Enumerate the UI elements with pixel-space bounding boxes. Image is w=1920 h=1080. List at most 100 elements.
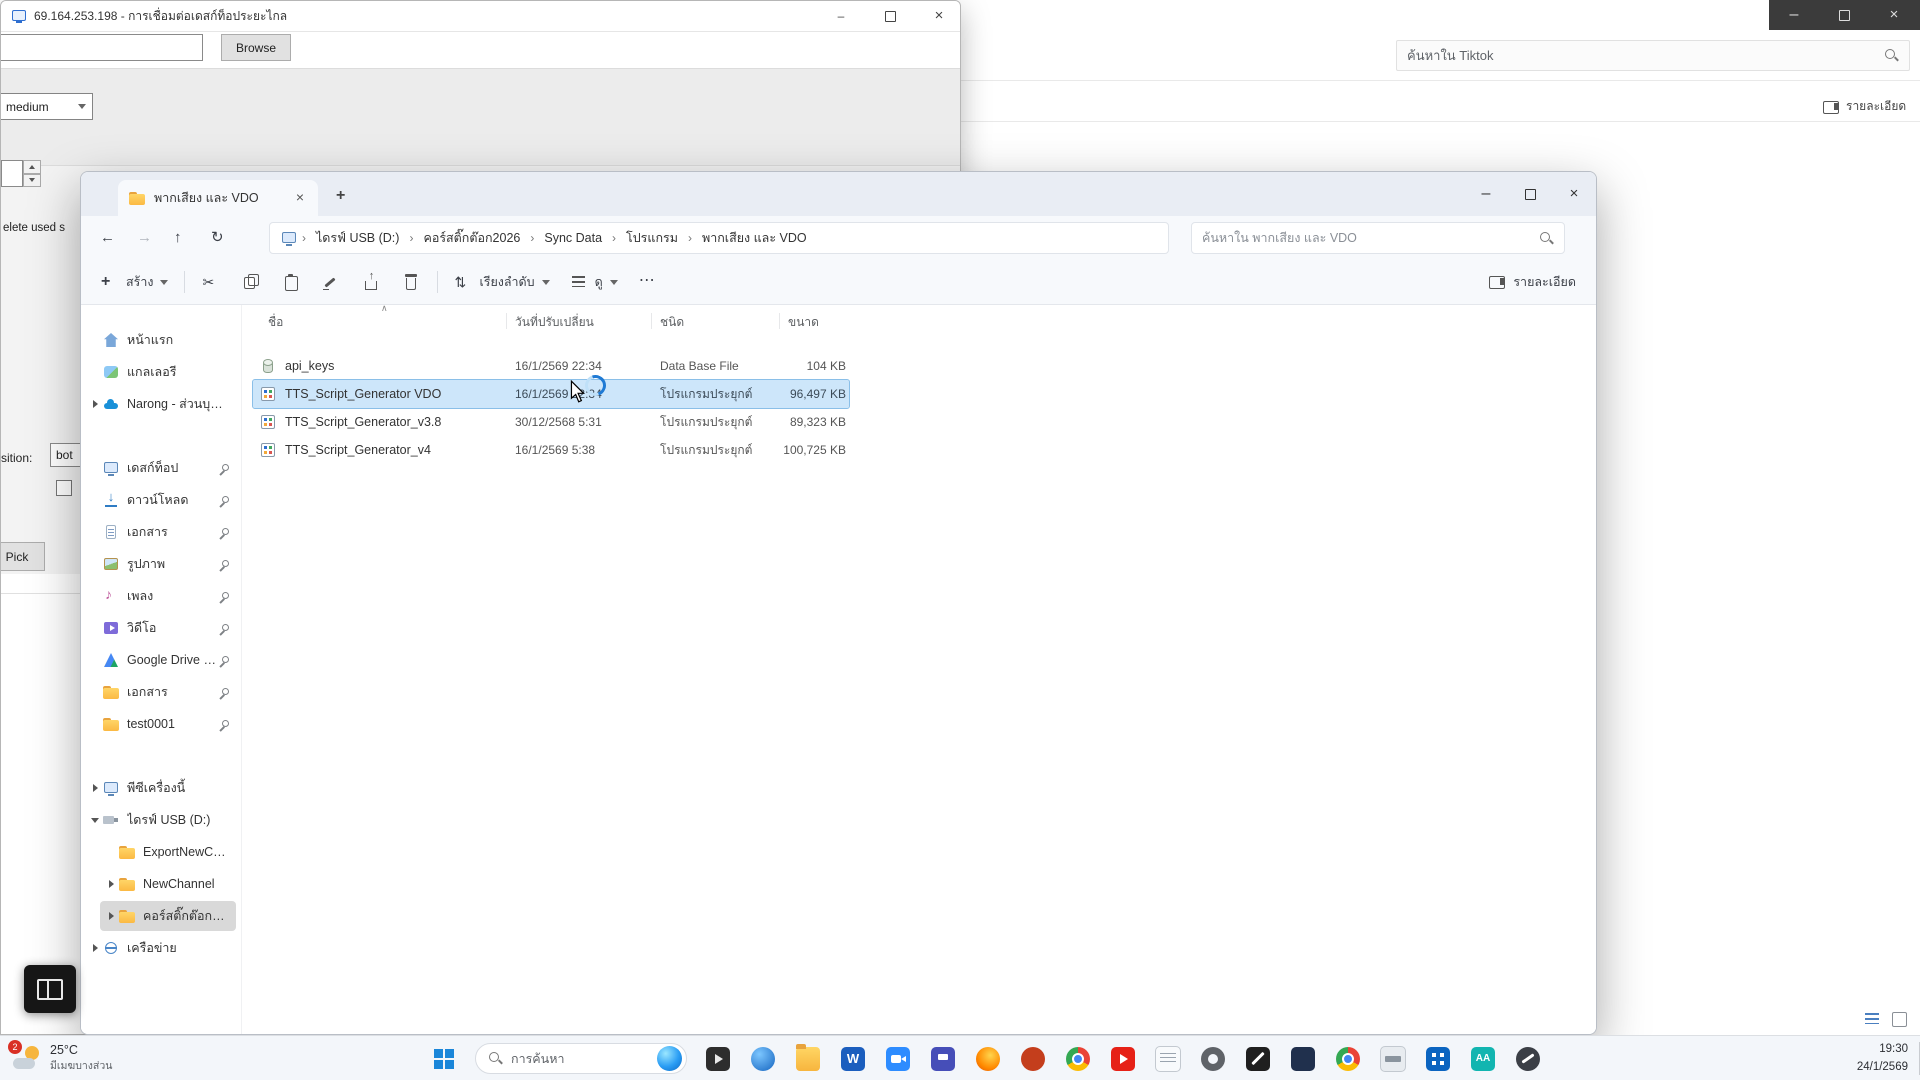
pick-button[interactable]: Pick <box>0 542 45 571</box>
sidebar-item-course2026[interactable]: คอร์สติ๊กต๊อก2026 <box>100 901 236 931</box>
stepper-up-button[interactable] <box>23 160 41 174</box>
column-name[interactable]: ชื่อ <box>268 313 283 332</box>
back-button[interactable] <box>95 224 123 252</box>
taskbar-media-player[interactable] <box>698 1040 738 1078</box>
sort-button[interactable]: เรียงลำดับ <box>444 265 559 299</box>
forward-button[interactable] <box>132 224 160 252</box>
column-divider[interactable] <box>779 313 780 329</box>
paste-button[interactable] <box>271 265 311 299</box>
rename-button[interactable] <box>311 265 351 299</box>
taskbar-translate[interactable]: AA <box>1463 1040 1503 1078</box>
taskbar-settings[interactable] <box>1193 1040 1233 1078</box>
bg-details-button[interactable]: รายละเอียด <box>1822 97 1906 116</box>
delete-button[interactable] <box>391 265 431 299</box>
explorer-search-input[interactable]: ค้นหาใน พากเสียง และ VDO <box>1191 222 1565 254</box>
rdp-close-button[interactable] <box>918 1 960 31</box>
position-value-input[interactable]: bot <box>50 443 81 467</box>
number-stepper[interactable] <box>23 160 41 187</box>
breadcrumb[interactable]: ไดรฟ์ USB (D:) คอร์สติ๊กต๊อก2026 Sync Da… <box>269 222 1169 254</box>
share-button[interactable] <box>351 265 391 299</box>
sidebar-item-music[interactable]: เพลง <box>84 581 236 611</box>
sidebar-item-newchannel[interactable]: NewChannel <box>100 869 236 899</box>
column-type[interactable]: ชนิด <box>660 313 684 332</box>
taskbar-printer[interactable] <box>1373 1040 1413 1078</box>
chevron-right-icon[interactable] <box>88 400 102 408</box>
breadcrumb-item-current[interactable]: พากเสียง และ VDO <box>696 228 813 248</box>
column-divider[interactable] <box>651 313 652 329</box>
taskbar-browser[interactable] <box>743 1040 783 1078</box>
sidebar-item-usb-drive[interactable]: ไดรฟ์ USB (D:) <box>84 805 236 835</box>
taskbar-pen[interactable] <box>1238 1040 1278 1078</box>
column-size[interactable]: ขนาด <box>788 313 819 332</box>
chevron-right-icon[interactable] <box>88 784 102 792</box>
file-row-tts-v38[interactable]: TTS_Script_Generator_v3.8 30/12/2568 5:3… <box>253 408 849 436</box>
sidebar-item-downloads[interactable]: ดาวน์โหลด <box>84 485 236 515</box>
weather-widget[interactable]: 2 25°C มีเมฆบางส่วน <box>6 1039 118 1077</box>
sidebar-item-exportnewchanel[interactable]: ExportNewChanel <box>100 837 236 867</box>
taskbar-file-explorer[interactable] <box>788 1040 828 1078</box>
bg-minimize-button[interactable] <box>1769 0 1819 30</box>
sidebar-item-documents-2[interactable]: เอกสาร <box>84 677 236 707</box>
new-tab-button[interactable] <box>333 184 357 208</box>
rdp-path-input[interactable] <box>0 34 203 61</box>
refresh-button[interactable] <box>206 224 234 252</box>
column-date[interactable]: วันที่ปรับเปลี่ยน <box>515 313 594 332</box>
breadcrumb-item[interactable]: โปรแกรม <box>620 228 684 248</box>
sidebar-item-onedrive[interactable]: Narong - ส่วนบุคคล <box>84 389 236 419</box>
sidebar-item-network[interactable]: เครือข่าย <box>84 933 236 963</box>
minimize-button[interactable] <box>1464 172 1508 216</box>
breadcrumb-item[interactable]: คอร์สติ๊กต๊อก2026 <box>417 228 526 248</box>
sidebar-item-test0001[interactable]: test0001 <box>84 709 236 739</box>
browse-button[interactable]: Browse <box>221 34 291 61</box>
stepper-down-button[interactable] <box>23 174 41 188</box>
file-row-tts-v4[interactable]: TTS_Script_Generator_v4 16/1/2569 5:38 โ… <box>253 436 849 464</box>
thumbnail-view-icon[interactable] <box>1891 1010 1908 1027</box>
tab-current-folder[interactable]: พากเสียง และ VDO <box>118 180 318 216</box>
file-row-tts-vdo-selected[interactable]: TTS_Script_Generator VDO 16/1/2569 22:34… <box>253 380 849 408</box>
number-input[interactable] <box>1 160 23 187</box>
column-divider[interactable] <box>506 313 507 329</box>
taskbar-word[interactable]: W <box>833 1040 873 1078</box>
floating-app-icon[interactable] <box>24 965 76 1013</box>
chevron-down-icon[interactable] <box>88 818 102 823</box>
breadcrumb-item[interactable]: ไดรฟ์ USB (D:) <box>310 228 405 248</box>
details-pane-button[interactable]: รายละเอียด <box>1478 265 1586 299</box>
quality-dropdown[interactable]: medium <box>0 93 93 120</box>
sidebar-item-google-drive[interactable]: Google Drive (G:) <box>84 645 236 675</box>
up-button[interactable] <box>169 224 197 252</box>
taskbar-notepad[interactable] <box>1148 1040 1188 1078</box>
breadcrumb-item[interactable]: Sync Data <box>538 231 608 245</box>
details-view-icon[interactable] <box>1864 1010 1881 1027</box>
taskbar-youtube[interactable] <box>1103 1040 1143 1078</box>
view-button[interactable]: ดู <box>560 265 628 299</box>
tab-close-icon[interactable] <box>292 190 308 206</box>
bg-close-button[interactable] <box>1869 0 1919 30</box>
taskbar-firefox[interactable] <box>968 1040 1008 1078</box>
taskbar-calculator[interactable] <box>1418 1040 1458 1078</box>
taskbar-chrome[interactable] <box>1058 1040 1098 1078</box>
taskbar-powerpoint[interactable] <box>1013 1040 1053 1078</box>
rdp-titlebar[interactable]: 69.164.253.198 - การเชื่อมต่อเดสก์ท็อประ… <box>1 1 960 32</box>
start-button[interactable] <box>424 1040 464 1078</box>
sidebar-item-this-pc[interactable]: พีซีเครื่องนี้ <box>84 773 236 803</box>
copy-button[interactable] <box>231 265 271 299</box>
chevron-right-icon[interactable] <box>88 944 102 952</box>
rdp-minimize-button[interactable] <box>820 1 862 31</box>
chevron-right-icon[interactable] <box>104 912 118 920</box>
sidebar-item-documents[interactable]: เอกสาร <box>84 517 236 547</box>
sidebar-item-gallery[interactable]: แกลเลอรี <box>84 357 236 387</box>
file-row-api-keys[interactable]: api_keys 16/1/2569 22:34 Data Base File … <box>253 352 849 380</box>
taskbar-zoom[interactable] <box>878 1040 918 1078</box>
bg-maximize-button[interactable] <box>1819 0 1869 30</box>
sidebar-item-pictures[interactable]: รูปภาพ <box>84 549 236 579</box>
bg-search-input[interactable]: ค้นหาใน Tiktok <box>1396 40 1910 71</box>
maximize-button[interactable] <box>1508 172 1552 216</box>
close-button[interactable] <box>1552 172 1596 216</box>
sidebar-item-home[interactable]: หน้าแรก <box>84 325 236 355</box>
taskbar-clock[interactable]: 19:30 24/1/2569 <box>1857 1041 1908 1077</box>
taskbar-search[interactable]: การค้นหา <box>475 1043 687 1074</box>
option-checkbox[interactable] <box>56 480 72 496</box>
taskbar-brush[interactable] <box>1508 1040 1548 1078</box>
rdp-maximize-button[interactable] <box>869 1 911 31</box>
taskbar-teams[interactable] <box>923 1040 963 1078</box>
